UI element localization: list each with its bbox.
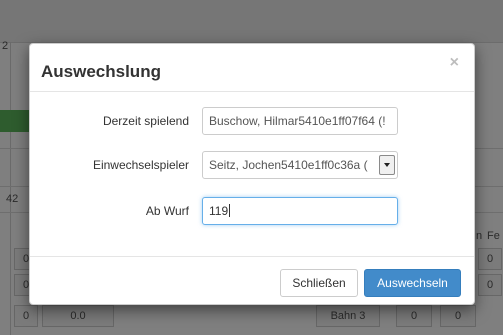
close-icon[interactable]: × bbox=[450, 54, 459, 72]
form-row-current-player: Derzeit spielend Buschow, Hilmar5410e1ff… bbox=[30, 107, 474, 135]
form-row-sub-player: Einwechselspieler Seitz, Jochen5410e1ff0… bbox=[30, 151, 474, 179]
from-throw-value: 119 bbox=[209, 204, 229, 218]
dialog-header: Auswechslung × bbox=[30, 44, 474, 92]
current-player-label: Derzeit spielend bbox=[102, 114, 189, 128]
from-throw-input[interactable]: 119 bbox=[202, 197, 398, 225]
current-player-field[interactable]: Buschow, Hilmar5410e1ff07f64 (! bbox=[202, 107, 398, 135]
dialog-footer: Schließen Auswechseln bbox=[30, 256, 474, 306]
sub-player-label: Einwechselspieler bbox=[92, 158, 189, 172]
close-button[interactable]: Schließen bbox=[280, 269, 358, 297]
substitute-button[interactable]: Auswechseln bbox=[364, 269, 461, 297]
from-throw-label: Ab Wurf bbox=[145, 204, 189, 218]
sub-player-selected-value: Seitz, Jochen5410e1ff0c36a ( bbox=[209, 158, 368, 172]
form-row-from-throw: Ab Wurf 119 bbox=[30, 197, 474, 225]
dialog-title: Auswechslung bbox=[41, 62, 161, 81]
substitution-dialog: Auswechslung × Derzeit spielend Buschow,… bbox=[29, 43, 475, 305]
sub-player-select[interactable]: Seitz, Jochen5410e1ff0c36a ( bbox=[202, 151, 398, 179]
text-caret bbox=[229, 204, 231, 217]
chevron-down-icon[interactable] bbox=[379, 155, 395, 175]
